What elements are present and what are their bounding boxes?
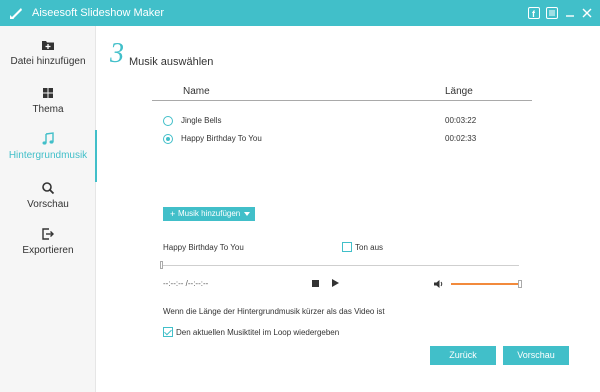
close-icon[interactable] [580,6,593,19]
time-display: --:--:-- /--:--:-- [163,279,209,288]
preview-button[interactable]: Vorschau [503,346,569,365]
sidebar-item-background-music[interactable]: Hintergrundmusik [0,130,97,182]
sidebar-item-theme[interactable]: Thema [0,86,96,134]
sidebar-item-label: Thema [32,104,64,115]
table-row[interactable]: Happy Birthday To You 00:02:33 [163,132,533,146]
window-title: Aiseesoft Slideshow Maker [32,7,165,19]
hint-text: Wenn die Länge der Hintergrundmusik kürz… [163,307,385,316]
header-divider [152,100,532,101]
sidebar-item-label: Hintergrundmusik [8,150,88,161]
title-bar: Aiseesoft Slideshow Maker f [0,0,600,26]
track-length: 00:02:33 [445,134,477,143]
volume-fill [451,283,521,285]
svg-text:f: f [532,9,536,19]
volume-icon[interactable] [433,279,445,289]
volume-handle[interactable] [518,280,522,288]
app-logo-icon [10,8,22,19]
play-icon[interactable] [332,279,339,287]
sidebar-item-label: Datei hinzufügen [10,56,86,67]
sidebar: Datei hinzufügen Thema Hintergrundmusik … [0,26,97,392]
facebook-icon[interactable]: f [527,6,540,19]
current-track-name: Happy Birthday To You [163,243,244,252]
step-number: 3 [110,38,124,69]
column-header-name: Name [183,86,210,97]
loop-checkbox[interactable] [163,327,173,337]
folder-add-icon [42,41,54,50]
seek-handle[interactable] [160,261,163,269]
sidebar-item-add-file[interactable]: Datei hinzufügen [0,38,96,86]
add-music-button[interactable]: Musik hinzufügen + [163,207,255,221]
chevron-down-icon [244,212,250,216]
plus-icon: + [170,209,176,219]
track-radio[interactable] [163,134,173,144]
step-title: Musik auswählen [129,56,214,68]
menu-icon[interactable] [545,6,558,19]
back-button[interactable]: Zurück [430,346,496,365]
sidebar-item-label: Vorschau [27,199,69,210]
sidebar-item-export[interactable]: Exportieren [0,227,96,275]
music-note-icon [42,132,54,145]
track-name: Jingle Bells [181,116,222,125]
stop-icon[interactable] [312,280,319,287]
track-name: Happy Birthday To You [181,134,262,143]
add-music-label: Musik hinzufügen [178,209,241,218]
volume-slider[interactable] [451,283,521,285]
seek-slider[interactable] [162,265,519,266]
table-row[interactable]: Jingle Bells 00:03:22 [163,114,533,128]
mute-checkbox[interactable] [342,242,352,252]
loop-label: Den aktuellen Musiktitel im Loop wiederg… [176,328,340,337]
export-icon [42,228,54,240]
sidebar-item-label: Exportieren [22,245,74,256]
grid-icon [43,88,53,98]
search-icon [42,182,55,195]
column-header-length: Länge [445,86,473,97]
minimize-icon[interactable] [563,6,576,19]
mute-label: Ton aus [355,243,384,252]
track-radio[interactable] [163,116,173,126]
track-length: 00:03:22 [445,116,477,125]
sidebar-item-preview[interactable]: Vorschau [0,181,96,229]
